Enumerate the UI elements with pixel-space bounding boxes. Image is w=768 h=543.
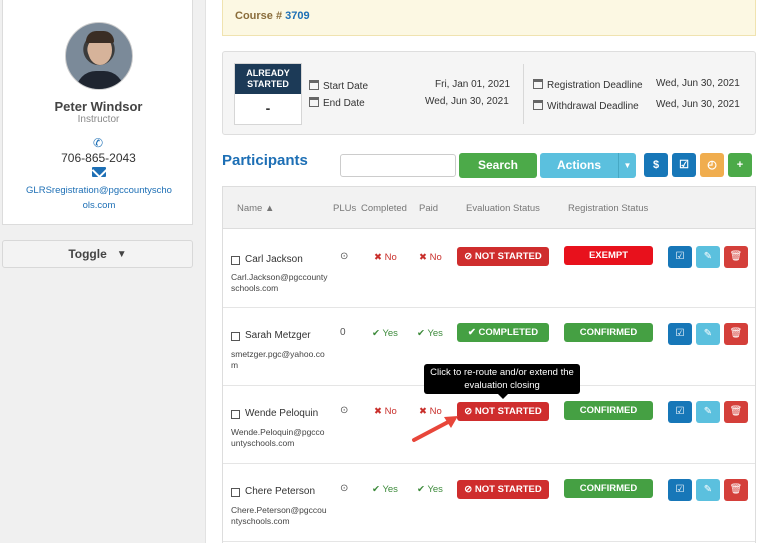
trash-icon[interactable]: 🗑 — [724, 401, 748, 423]
trash-icon[interactable]: 🗑 — [724, 479, 748, 501]
plu-value: ⊙ — [340, 483, 349, 494]
mail-icon — [92, 167, 106, 177]
pencil-icon[interactable]: ✎ — [696, 246, 720, 268]
sidebar: Peter Windsor Instructor ✆ 706-865-2043 … — [0, 0, 206, 543]
divider — [523, 64, 524, 124]
registration-deadline-value: Wed, Jun 30, 2021 — [656, 78, 740, 89]
completed-header: Completed — [361, 203, 407, 214]
trash-icon[interactable]: 🗑 — [724, 323, 748, 345]
paid-status: ✔ Yes — [417, 484, 443, 495]
registration-status-badge: EXEMPT — [564, 246, 653, 265]
end-date-value: Wed, Jun 30, 2021 — [425, 96, 509, 107]
status-value: - — [265, 100, 271, 116]
search-button[interactable]: Search — [459, 153, 537, 178]
participant-email: smetzger.pgc@yahoo.com — [231, 349, 325, 370]
course-prefix: Course # — [235, 10, 286, 22]
participant-name: Chere Peterson — [245, 486, 316, 497]
caret-down-icon: ▼ — [116, 248, 127, 260]
row-checkbox[interactable] — [231, 256, 240, 265]
pencil-icon[interactable]: ✎ — [696, 323, 720, 345]
registration-status-badge: CONFIRMED — [564, 479, 653, 498]
trash-icon[interactable]: 🗑 — [724, 246, 748, 268]
actions-dropdown[interactable]: Actions ▼ — [540, 153, 636, 178]
withdrawal-deadline-value: Wed, Jun 30, 2021 — [656, 99, 740, 110]
table-row: Wende Peloquin Wende.Peloquin@pgccountys… — [223, 386, 755, 464]
plus-header: PLUs — [333, 203, 357, 214]
check-square-icon[interactable]: ☑ — [668, 323, 692, 345]
instructor-card: Peter Windsor Instructor ✆ 706-865-2043 … — [2, 0, 193, 225]
course-banner: Course # 3709 — [222, 0, 756, 36]
evaluation-status-badge[interactable]: ⊘ NOT STARTED — [457, 402, 549, 421]
participant-email: Chere.Peterson@pgccountyschools.com — [231, 505, 327, 526]
calendar-icon — [309, 80, 319, 90]
paid-status: ✔ Yes — [417, 328, 443, 339]
evaluation-status-badge[interactable]: ⊘ NOT STARTED — [457, 480, 549, 499]
plu-value: ⊙ — [340, 405, 349, 416]
sort-name-header[interactable]: Name ▲ — [237, 203, 274, 214]
registration-deadline-label: Registration Deadline — [533, 79, 643, 91]
start-date-value: Fri, Jan 01, 2021 — [435, 79, 511, 90]
evaluation-status-badge[interactable]: ✔ COMPLETED — [457, 323, 549, 342]
row-checkbox[interactable] — [231, 332, 240, 341]
registration-status-badge: CONFIRMED — [564, 401, 653, 420]
end-date-label: End Date — [309, 97, 365, 109]
search-input[interactable] — [340, 154, 456, 177]
course-status-box: ALREADY STARTED - — [234, 63, 302, 125]
calendar-icon — [309, 97, 319, 107]
paid-header: Paid — [419, 203, 439, 214]
actions-label: Actions — [556, 158, 601, 172]
instructor-role: Instructor — [77, 114, 120, 125]
participant-email: Wende.Peloquin@pgccountyschools.com — [231, 427, 325, 448]
check-square-icon[interactable]: ☑ — [668, 479, 692, 501]
pencil-icon[interactable]: ✎ — [696, 401, 720, 423]
participant-name: Wende Peloquin — [245, 408, 319, 419]
row-checkbox[interactable] — [231, 410, 240, 419]
completed-status: ✖ No — [374, 406, 397, 417]
evaluation-status-badge[interactable]: ⊘ NOT STARTED — [457, 247, 549, 266]
plu-value: 0 — [340, 327, 346, 338]
dollar-icon[interactable]: $ — [644, 153, 668, 177]
participant-email: Carl.Jackson@pgccountyschools.com — [231, 272, 328, 293]
pencil-icon[interactable]: ✎ — [696, 479, 720, 501]
add-user-icon[interactable]: + — [728, 153, 752, 177]
check-square-icon[interactable]: ☑ — [668, 246, 692, 268]
phone-icon: ✆ — [93, 136, 104, 150]
course-number: 3709 — [285, 10, 310, 22]
completed-status: ✔ Yes — [372, 484, 398, 495]
start-date-label: Start Date — [309, 80, 368, 92]
caret-down-icon[interactable]: ▼ — [618, 153, 636, 178]
clock-icon[interactable]: ◴ — [700, 153, 724, 177]
toggle-label: Toggle — [68, 247, 107, 261]
instructor-name: Peter Windsor — [54, 99, 143, 114]
table-row: Carl Jackson Carl.Jackson@pgccountyschoo… — [223, 230, 755, 308]
calendar-x-icon — [533, 100, 543, 110]
registration-status-badge: CONFIRMED — [564, 323, 653, 342]
avatar — [65, 22, 133, 90]
eval-status-header: Evaluation Status — [466, 203, 540, 214]
check-square-icon[interactable]: ☑ — [668, 401, 692, 423]
withdrawal-deadline-label: Withdrawal Deadline — [533, 100, 639, 112]
evaluation-tooltip: Click to re-route and/or extend the eval… — [424, 364, 580, 399]
annotation-arrow-icon — [412, 416, 458, 442]
paid-status: ✖ No — [419, 252, 442, 263]
row-checkbox[interactable] — [231, 488, 240, 497]
table-row: Chere Peterson Chere.Peterson@pgccountys… — [223, 464, 755, 542]
participants-title: Participants — [222, 152, 308, 169]
plu-value: ⊙ — [340, 251, 349, 262]
completed-status: ✖ No — [374, 252, 397, 263]
participant-name: Carl Jackson — [245, 254, 303, 265]
reg-status-header: Registration Status — [568, 203, 649, 214]
calendar-plus-icon — [533, 79, 543, 89]
completed-status: ✔ Yes — [372, 328, 398, 339]
check-square-icon[interactable]: ☑ — [672, 153, 696, 177]
toggle-button[interactable]: Toggle ▼ — [2, 240, 193, 268]
table-header: Name ▲ PLUs Completed Paid Evaluation St… — [223, 187, 755, 229]
instructor-email-link[interactable]: GLRSregistration@pgccountyschools.com — [25, 183, 173, 213]
participant-name: Sarah Metzger — [245, 330, 311, 341]
course-dates-panel: ALREADY STARTED - Start Date Fri, Jan 01… — [222, 51, 756, 135]
status-label: ALREADY STARTED — [235, 64, 301, 94]
